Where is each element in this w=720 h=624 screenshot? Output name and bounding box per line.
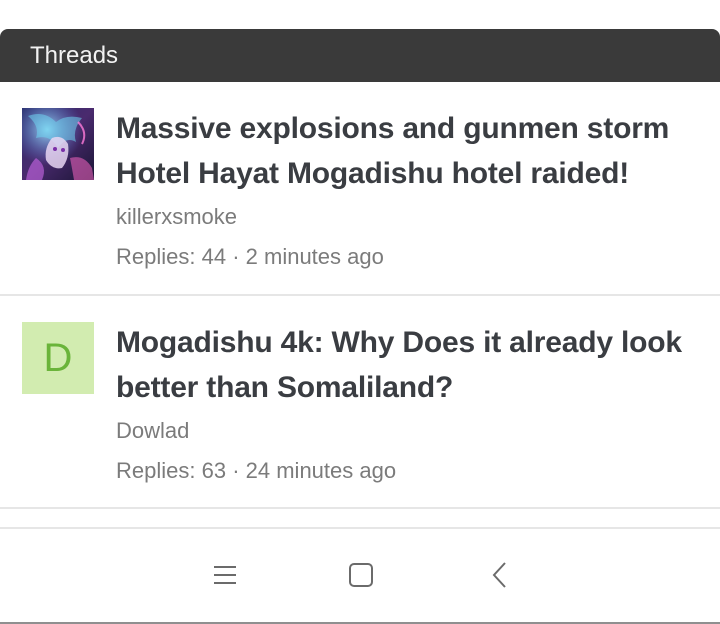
thread-title[interactable]: Massive explosions and gunmen storm Hote… xyxy=(116,106,706,196)
thread-body: Mogadishu 4k: Why Does it already look b… xyxy=(116,320,706,484)
thread-body: Massive explosions and gunmen storm Hote… xyxy=(116,106,706,270)
threads-header[interactable]: Threads xyxy=(0,29,720,82)
back-button[interactable] xyxy=(484,559,516,591)
thread-list: Massive explosions and gunmen storm Hote… xyxy=(0,82,720,509)
home-button[interactable] xyxy=(345,559,377,591)
thread-item[interactable]: D Mogadishu 4k: Why Does it already look… xyxy=(0,296,720,509)
menu-icon xyxy=(214,566,236,584)
recent-apps-button[interactable] xyxy=(209,559,241,591)
back-icon xyxy=(492,562,506,588)
home-icon xyxy=(349,563,373,587)
threads-header-title: Threads xyxy=(30,41,119,69)
last-post-time[interactable]: 24 minutes ago xyxy=(246,458,396,483)
thread-author[interactable]: killerxsmoke xyxy=(116,204,706,230)
replies-count: Replies: 44 xyxy=(116,244,227,269)
meta-separator: · xyxy=(226,244,246,269)
meta-separator: · xyxy=(226,458,246,483)
thread-meta: Replies: 44 · 2 minutes ago xyxy=(116,244,706,270)
avatar[interactable]: D xyxy=(22,322,94,394)
forum-page: Threads Massive explosions and gunmen st… xyxy=(0,0,720,624)
avatar[interactable] xyxy=(22,108,94,180)
user-avatar-image xyxy=(22,108,94,180)
thread-item[interactable]: Massive explosions and gunmen storm Hote… xyxy=(0,82,720,296)
last-post-time[interactable]: 2 minutes ago xyxy=(246,244,384,269)
avatar-letter: D xyxy=(22,322,94,394)
replies-count: Replies: 63 xyxy=(116,458,227,483)
system-navigation-bar xyxy=(0,529,720,622)
thread-meta: Replies: 63 · 24 minutes ago xyxy=(116,458,706,484)
thread-author[interactable]: Dowlad xyxy=(116,418,706,444)
thread-title[interactable]: Mogadishu 4k: Why Does it already look b… xyxy=(116,320,706,410)
